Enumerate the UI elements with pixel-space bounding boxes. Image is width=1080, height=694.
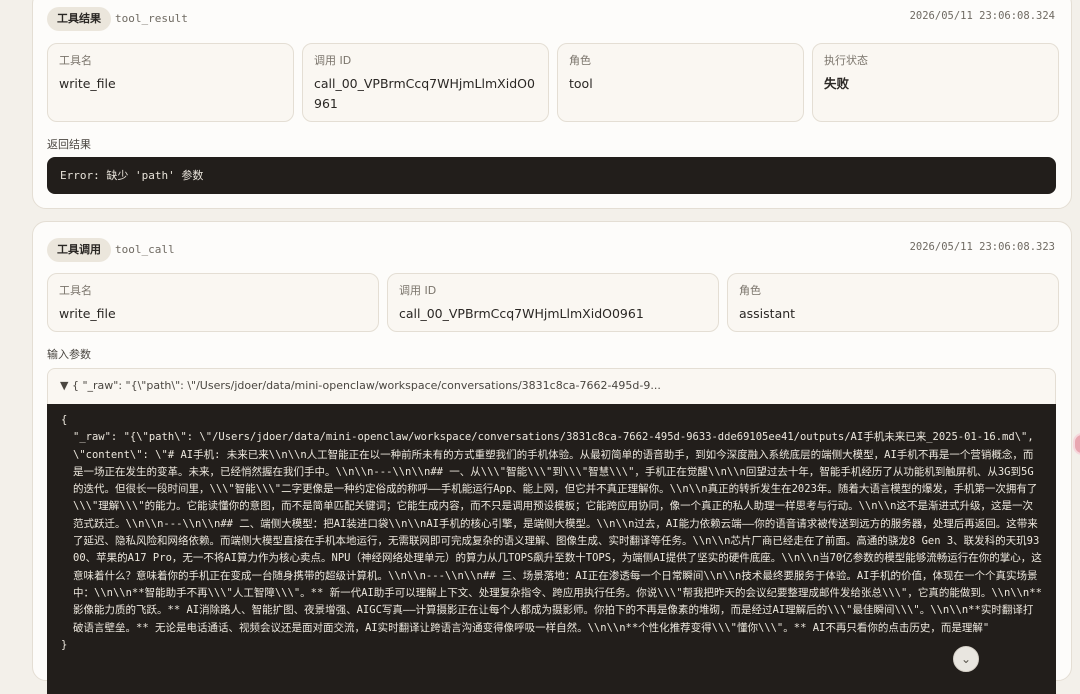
field-label: 工具名	[59, 284, 92, 297]
field-label: 工具名	[59, 54, 92, 67]
call-type-tag: tool_call	[115, 243, 175, 256]
json-collapse-toggle[interactable]: ▼ { "_raw": "{\"path\": \"/Users/jdoer/d…	[47, 368, 1056, 404]
chevron-down-icon: ⌄	[960, 652, 972, 666]
field-role: 角色 assistant	[727, 273, 1059, 332]
field-call-id: 调用 ID call_00_VPBrmCcq7WHjmLlmXidO0961	[387, 273, 719, 332]
field-tool-name: 工具名 write_file	[47, 273, 379, 332]
field-call-id: 调用 ID call_00_VPBrmCcq7WHjmLlmXidO0961	[302, 43, 549, 122]
field-value: call_00_VPBrmCcq7WHjmLlmXidO0961	[399, 306, 644, 321]
field-label: 角色	[569, 54, 591, 67]
json-raw-entry: "_raw": "{\"path\": \"/Users/jdoer/data/…	[73, 431, 1042, 634]
collapse-summary: ▼ { "_raw": "{\"path\": \"/Users/jdoer/d…	[60, 379, 661, 392]
field-role: 角色 tool	[557, 43, 804, 122]
result-timestamp: 2026/05/11 23:06:08.324	[909, 10, 1055, 22]
call-badge: 工具调用	[47, 238, 111, 262]
return-label: 返回结果	[47, 138, 91, 151]
return-value: Error: 缺少 'path' 参数	[60, 169, 204, 182]
field-value: tool	[569, 76, 593, 91]
field-value: call_00_VPBrmCcq7WHjmLlmXidO0961	[314, 76, 535, 111]
result-type-tag: tool_result	[115, 12, 188, 25]
field-label: 调用 ID	[314, 54, 352, 67]
field-value: write_file	[59, 306, 116, 321]
field-tool-name: 工具名 write_file	[47, 43, 294, 122]
return-value-box: Error: 缺少 'path' 参数	[47, 157, 1056, 194]
field-label: 角色	[739, 284, 761, 297]
result-badge: 工具结果	[47, 7, 111, 31]
params-label: 输入参数	[47, 348, 91, 361]
call-timestamp: 2026/05/11 23:06:08.323	[909, 241, 1055, 253]
field-value: write_file	[59, 76, 116, 91]
tool-call-card: 工具调用 tool_call 2026/05/11 23:06:08.323 工…	[32, 221, 1072, 694]
status-value: 失败	[824, 76, 850, 91]
json-open-brace: {	[61, 414, 68, 426]
field-value: assistant	[739, 306, 796, 321]
field-label: 执行状态	[824, 54, 868, 67]
field-label: 调用 ID	[399, 284, 437, 297]
json-close-brace: }	[61, 638, 68, 651]
json-viewer[interactable]: { "_raw": "{\"path\": \"/Users/jdoer/dat…	[47, 404, 1056, 694]
scroll-to-bottom-button[interactable]: ⌄	[953, 646, 979, 672]
field-exec-status: 执行状态 失败	[812, 43, 1059, 122]
tool-result-card: 工具结果 tool_result 2026/05/11 23:06:08.324…	[32, 0, 1072, 209]
floating-assistant-icon[interactable]	[1073, 433, 1080, 455]
